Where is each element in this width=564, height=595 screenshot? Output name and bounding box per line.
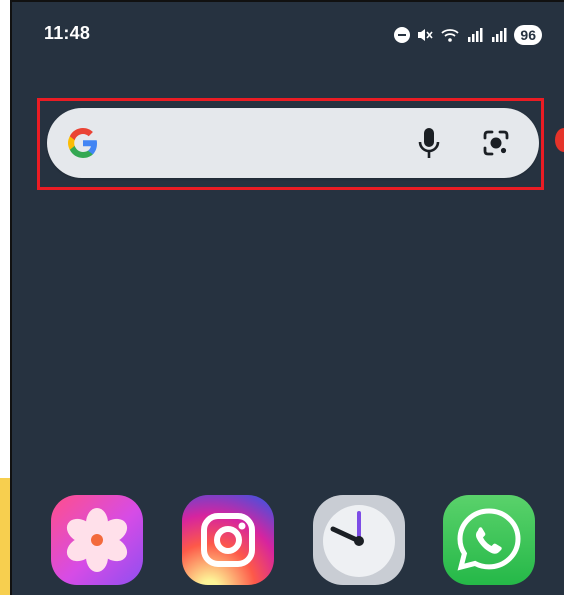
home-screen: 11:48 96 bbox=[10, 0, 564, 595]
instagram-app[interactable] bbox=[182, 495, 274, 585]
annotation-marker bbox=[555, 128, 564, 152]
whatsapp-icon bbox=[443, 495, 535, 585]
gallery-icon bbox=[51, 495, 143, 585]
status-time: 11:48 bbox=[44, 23, 91, 43]
whatsapp-app[interactable] bbox=[443, 495, 535, 585]
app-dock bbox=[10, 495, 564, 595]
gallery-app[interactable] bbox=[51, 495, 143, 585]
status-bar: 11:48 96 bbox=[10, 0, 564, 60]
wifi-icon bbox=[441, 29, 460, 42]
highlight-annotation bbox=[37, 98, 544, 190]
clock-app[interactable] bbox=[313, 495, 405, 585]
mute-icon bbox=[418, 29, 434, 41]
instagram-icon bbox=[182, 495, 274, 585]
dnd-icon bbox=[394, 27, 411, 43]
signal-icon-2 bbox=[492, 28, 507, 42]
clock-icon bbox=[313, 495, 405, 585]
battery-badge: 96 bbox=[514, 25, 542, 45]
signal-icon-1 bbox=[468, 28, 483, 42]
status-icons: 96 bbox=[394, 23, 542, 47]
